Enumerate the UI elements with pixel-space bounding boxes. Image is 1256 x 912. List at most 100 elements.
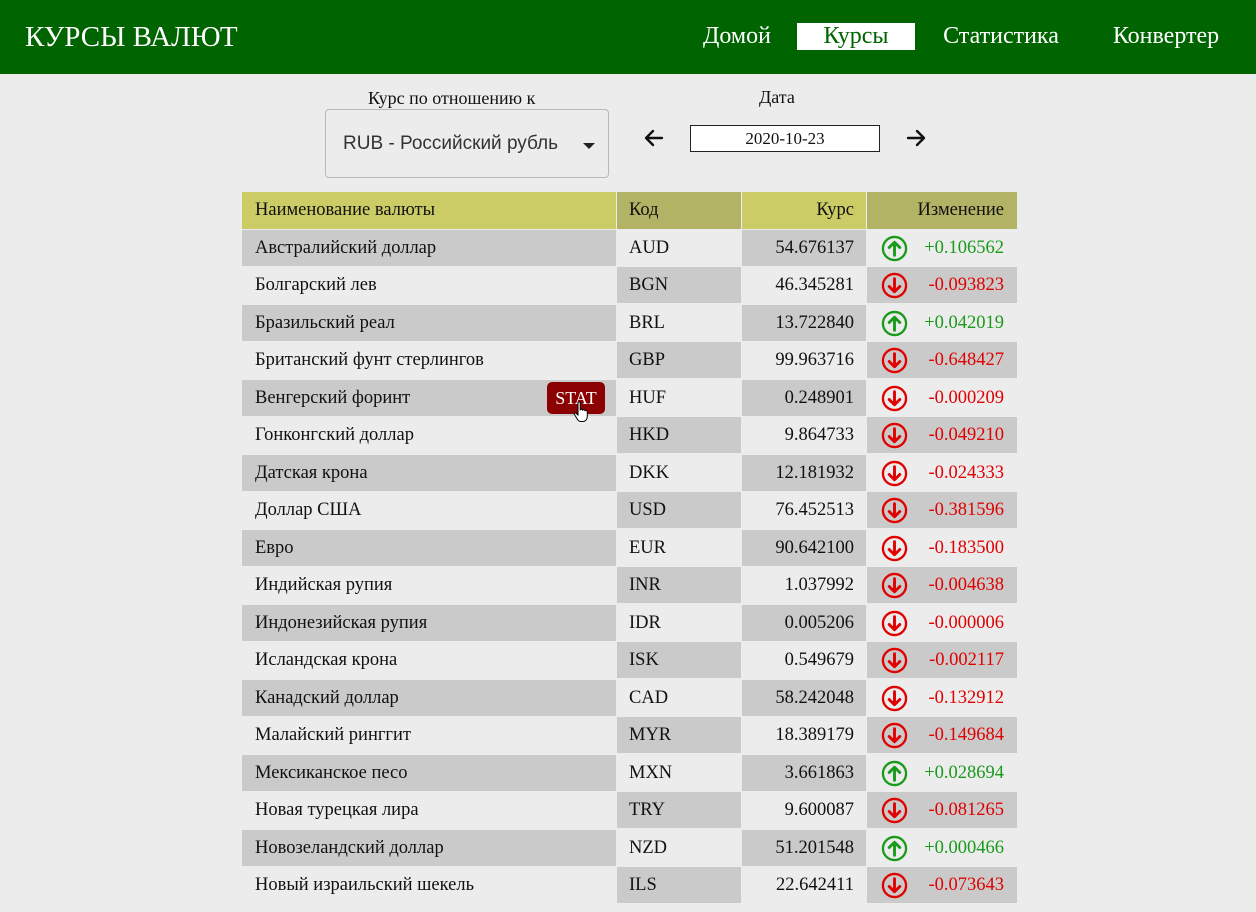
table-row[interactable]: Исландская крона ISK 0.549679 -0.002117 [242,642,1017,680]
currency-name: Датская крона [242,454,616,491]
currency-rate: 90.642100 [742,529,866,566]
change-value: -0.002117 [929,650,1004,670]
currency-name: Новый израильский шекель [255,875,475,895]
arrow-down-circle-icon [881,347,908,374]
rates-table: Наименование валюты Код Курс Изменение А… [242,192,1017,905]
change-value: -0.648427 [928,350,1004,370]
currency-code: BRL [629,312,665,333]
change-value: +0.106562 [924,237,1004,258]
arrow-down-circle-icon [881,610,908,637]
currency-name: Исландская крона [255,650,398,670]
currency-name: Бразильский реал [242,304,616,341]
currency-rate: 13.722840 [742,304,866,341]
currency-code: DKK [629,462,670,483]
table-row[interactable]: Бразильский реал BRL 13.722840 +0.042019 [242,304,1017,343]
arrow-down-circle-icon [881,497,908,524]
change-value: -0.024333 [928,462,1004,483]
currency-code: IDR [629,612,661,633]
change-value: -0.132912 [928,687,1004,708]
table-row[interactable]: Австралийский доллар AUD 54.676137 +0.10656… [242,229,1017,268]
nav-rates[interactable]: Курсы [797,23,915,50]
header-code[interactable]: Код [617,192,741,229]
arrow-right-icon[interactable] [904,126,928,150]
base-currency-select[interactable]: RUB - Российский рубль [325,109,609,178]
header-currency-name[interactable]: Наименование валюты [242,192,616,229]
table-row[interactable]: Канадский доллар CAD 58.242048 -0.132912 [242,679,1017,718]
arrow-up-circle-icon [881,235,908,262]
currency-code: MYR [617,717,741,753]
currency-code: AUD [629,237,670,258]
table-row[interactable]: Евро EUR 90.642100 -0.183500 [242,529,1017,568]
arrow-left-icon[interactable] [642,126,666,150]
rate-change: -0.081265 [867,792,1017,828]
table-row[interactable]: Болгарский лев BGN 46.345281 -0.093823 [242,267,1017,305]
currency-code: EUR [629,537,666,558]
arrow-down-circle-icon [881,872,908,899]
currency-code: USD [617,492,741,528]
currency-rate: 9.600087 [784,800,854,820]
table-row[interactable]: Гонконгский доллар HKD 9.864733 -0.049210 [242,417,1017,455]
rate-change: -0.183500 [867,530,1017,566]
table-row[interactable]: Венгерский форинт STAT HUF 0.248901 -0.00020… [242,379,1017,422]
table-row[interactable]: Новая турецкая лира TRY 9.600087 -0.081265 [242,792,1017,830]
currency-rate: 0.248901 [742,379,866,416]
rate-change: -0.149684 [867,717,1017,753]
currency-rate: 0.549679 [784,650,854,670]
base-currency-label: Курс по отношению к [368,88,536,108]
change-value: -0.073643 [928,875,1004,895]
rate-change: +0.000466 [867,830,1017,866]
currency-name: Новая турецкая лира [255,800,419,820]
rate-change: +0.028694 [867,755,1017,791]
currency-rate: 99.963716 [775,350,854,370]
currency-rate: 51.201548 [742,829,866,866]
table-row[interactable]: Индийская рупия INR 1.037992 -0.004638 [242,567,1017,605]
currency-rate: 3.661863 [742,754,866,791]
currency-rate: 0.005206 [742,604,866,641]
arrow-down-circle-icon [881,797,908,824]
change-value: -0.000006 [928,612,1004,633]
currency-name: Новозеландский доллар [242,829,616,866]
arrow-up-circle-icon [881,760,908,787]
rate-change: -0.000006 [867,605,1017,641]
nav-statistics[interactable]: Статистика [936,23,1066,50]
currency-code: BGN [617,267,741,303]
table-row[interactable]: Британский фунт стерлингов GBP 99.963716 -0… [242,342,1017,380]
table-row[interactable]: Доллар США USD 76.452513 -0.381596 [242,492,1017,530]
top-bar: КУРСЫ ВАЛЮТ Домой Курсы Статистика Конве… [0,0,1256,74]
currency-rate: 12.181932 [742,454,866,491]
arrow-down-circle-icon [881,722,908,749]
nav-home[interactable]: Домой [697,23,777,50]
currency-rate: 76.452513 [775,500,854,520]
caret-down-icon [583,143,595,149]
header-change[interactable]: Изменение [867,192,1017,229]
currency-name: Доллар США [255,500,362,520]
table-row[interactable]: Датская крона DKK 12.181932 -0.024333 [242,454,1017,493]
currency-rate: 18.389179 [775,725,854,745]
currency-name: Болгарский лев [255,275,377,295]
nav-converter[interactable]: Конвертер [1106,23,1226,50]
table-row[interactable]: Малайский ринггит MYR 18.389179 -0.149684 [242,717,1017,755]
currency-name: Канадский доллар [242,679,616,716]
change-value: +0.028694 [924,762,1004,783]
table-row[interactable]: Индонезийская рупия IDR 0.005206 -0.000006 [242,604,1017,643]
currency-code: MXN [629,762,673,783]
change-value: -0.183500 [928,537,1004,558]
arrow-down-circle-icon [881,685,908,712]
table-row[interactable]: Новозеландский доллар NZD 51.201548 +0.0004… [242,829,1017,868]
rate-change: -0.381596 [867,492,1017,528]
currency-name: Евро [242,529,616,566]
currency-code: GBP [617,342,741,378]
currency-name: Индонезийская рупия [242,604,616,641]
table-header-row: Наименование валюты Код Курс Изменение [242,192,1017,230]
change-value: +0.000466 [924,837,1004,858]
table-row[interactable]: Мексиканское песо MXN 3.661863 +0.028694 [242,754,1017,793]
header-rate[interactable]: Курс [742,192,866,229]
table-row[interactable]: Новый израильский шекель ILS 22.642411 -0.0… [242,867,1017,905]
currency-code: HKD [617,417,741,453]
arrow-down-circle-icon [881,385,908,412]
currency-name: Индийская рупия [255,575,393,595]
currency-code: NZD [629,837,668,858]
rate-change: -0.648427 [867,342,1017,378]
main-nav: Домой Курсы Статистика Конвертер [0,23,1256,51]
date-input[interactable] [690,125,880,152]
